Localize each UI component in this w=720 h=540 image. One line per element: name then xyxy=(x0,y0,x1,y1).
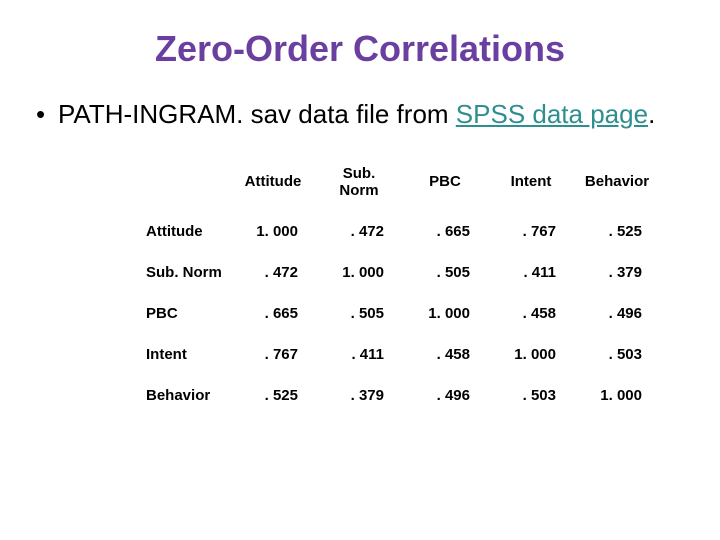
cell: . 379 xyxy=(574,252,660,293)
row-header: Intent xyxy=(140,334,230,375)
cell: . 665 xyxy=(402,211,488,252)
row-header: Sub. Norm xyxy=(140,252,230,293)
cell: . 458 xyxy=(402,334,488,375)
slide: Zero-Order Correlations • PATH-INGRAM. s… xyxy=(0,0,720,540)
cell: . 458 xyxy=(488,293,574,334)
correlation-table-wrap: Attitude Sub. Norm PBC Intent Behavior A… xyxy=(140,153,660,416)
row-header: Behavior xyxy=(140,375,230,416)
table-header-row: Attitude Sub. Norm PBC Intent Behavior xyxy=(140,153,660,211)
table-row: Sub. Norm . 472 1. 000 . 505 . 411 . 379 xyxy=(140,252,660,293)
bullet-pre-text: PATH-INGRAM. sav data file from xyxy=(58,99,456,129)
cell: 1. 000 xyxy=(488,334,574,375)
cell: . 496 xyxy=(402,375,488,416)
cell: . 411 xyxy=(488,252,574,293)
col-header: Intent xyxy=(488,153,574,211)
col-header: Behavior xyxy=(574,153,660,211)
cell: 1. 000 xyxy=(230,211,316,252)
cell: . 472 xyxy=(230,252,316,293)
cell: 1. 000 xyxy=(316,252,402,293)
page-title: Zero-Order Correlations xyxy=(30,28,690,70)
corner-cell xyxy=(140,153,230,211)
bullet-dot-icon: • xyxy=(36,98,58,131)
table-row: Attitude 1. 000 . 472 . 665 . 767 . 525 xyxy=(140,211,660,252)
cell: . 665 xyxy=(230,293,316,334)
table-row: Intent . 767 . 411 . 458 1. 000 . 503 xyxy=(140,334,660,375)
cell: . 505 xyxy=(316,293,402,334)
table-row: PBC . 665 . 505 1. 000 . 458 . 496 xyxy=(140,293,660,334)
cell: . 505 xyxy=(402,252,488,293)
table-row: Behavior . 525 . 379 . 496 . 503 1. 000 xyxy=(140,375,660,416)
cell: . 496 xyxy=(574,293,660,334)
col-header: Attitude xyxy=(230,153,316,211)
cell: . 767 xyxy=(488,211,574,252)
bullet-post-text: . xyxy=(648,99,655,129)
row-header: PBC xyxy=(140,293,230,334)
row-header: Attitude xyxy=(140,211,230,252)
cell: . 379 xyxy=(316,375,402,416)
bullet-text: PATH-INGRAM. sav data file from SPSS dat… xyxy=(58,98,684,131)
cell: . 503 xyxy=(488,375,574,416)
cell: . 767 xyxy=(230,334,316,375)
col-header: PBC xyxy=(402,153,488,211)
cell: . 411 xyxy=(316,334,402,375)
cell: . 503 xyxy=(574,334,660,375)
cell: 1. 000 xyxy=(574,375,660,416)
cell: . 472 xyxy=(316,211,402,252)
spss-data-page-link[interactable]: SPSS data page xyxy=(456,99,648,129)
correlation-table: Attitude Sub. Norm PBC Intent Behavior A… xyxy=(140,153,660,416)
bullet-item: • PATH-INGRAM. sav data file from SPSS d… xyxy=(36,98,684,131)
cell: . 525 xyxy=(230,375,316,416)
cell: . 525 xyxy=(574,211,660,252)
col-header: Sub. Norm xyxy=(316,153,402,211)
cell: 1. 000 xyxy=(402,293,488,334)
